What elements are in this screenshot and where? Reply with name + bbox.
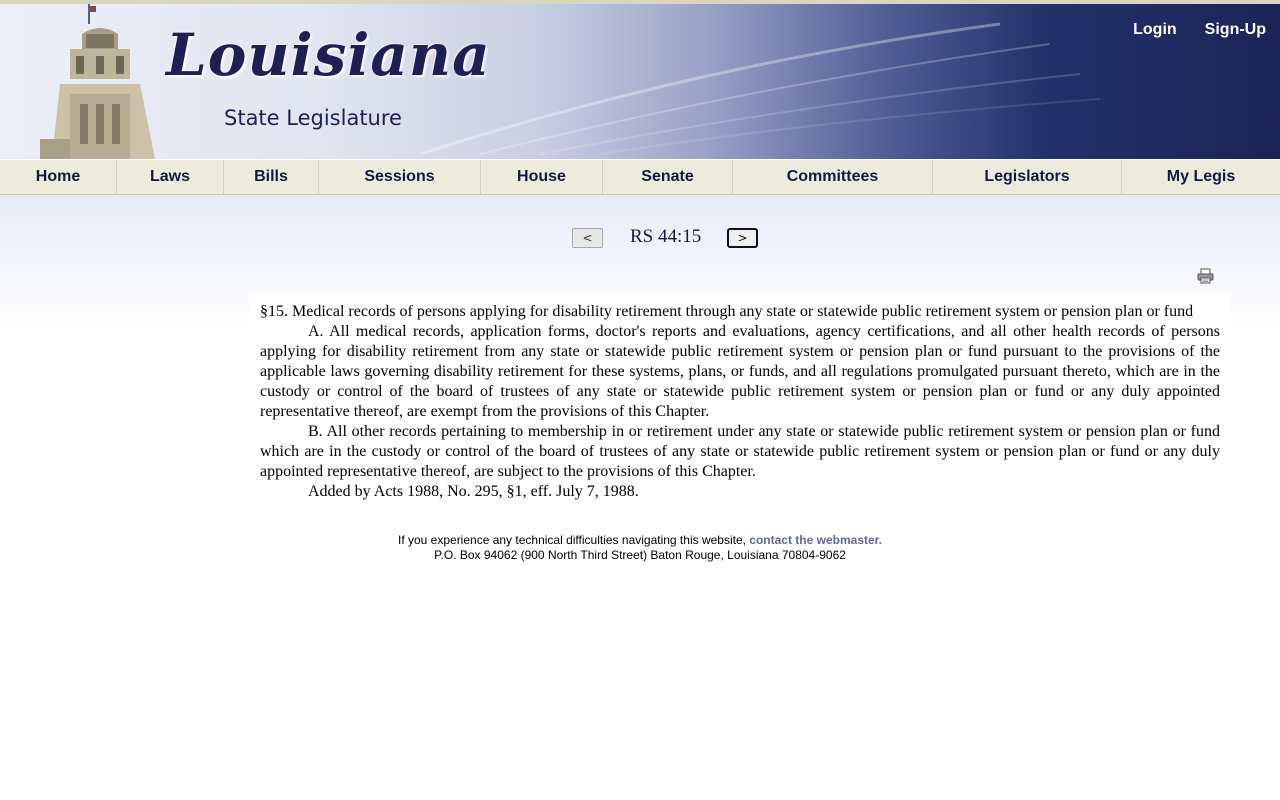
nav-item-bills[interactable]: Bills — [224, 160, 319, 194]
login-link[interactable]: Login — [1133, 21, 1177, 39]
nav-item-house[interactable]: House — [481, 160, 603, 194]
nav-item-legislators[interactable]: Legislators — [933, 160, 1122, 194]
logo-wordmark[interactable]: Louisiana — [166, 26, 491, 84]
history-note: Added by Acts 1988, No. 295, §1, eff. Ju… — [308, 483, 639, 500]
statute-citation: RS 44:15 — [630, 226, 702, 247]
nav-item-home[interactable]: Home — [0, 160, 117, 194]
main-nav: Home Laws Bills Sessions House Senate Co… — [0, 159, 1280, 195]
footer-notice-line: If you experience any technical difficul… — [0, 533, 1280, 548]
footer-notice: If you experience any technical difficul… — [397, 533, 750, 547]
site-banner: Louisiana State Legislature Login Sign-U… — [0, 4, 1280, 159]
nav-item-my-legis[interactable]: My Legis — [1122, 160, 1280, 194]
footer-address: P.O. Box 94062 (900 North Third Street) … — [434, 548, 846, 562]
section-heading: §15. Medical records of persons applying… — [260, 303, 1194, 320]
statute-text: §15. Medical records of persons applying… — [250, 293, 1230, 502]
auth-links: Login Sign-Up — [1133, 21, 1266, 39]
subsection-a: A. All medical records, application form… — [260, 323, 1220, 420]
nav-item-committees[interactable]: Committees — [733, 160, 933, 194]
statute-pager: < RS 44:15 > — [0, 222, 1280, 254]
signup-link[interactable]: Sign-Up — [1205, 21, 1266, 39]
logo-subtitle: State Legislature — [224, 106, 402, 130]
nav-item-sessions[interactable]: Sessions — [319, 160, 481, 194]
nav-item-laws[interactable]: Laws — [117, 160, 224, 194]
nav-item-senate[interactable]: Senate — [603, 160, 733, 194]
capitol-building-image — [40, 4, 155, 159]
contact-webmaster-link[interactable]: contact the webmaster. — [749, 533, 882, 547]
site-footer: If you experience any technical difficul… — [0, 533, 1280, 563]
previous-section-button[interactable]: < — [572, 228, 603, 248]
next-section-button[interactable]: > — [727, 228, 758, 248]
subsection-b: B. All other records pertaining to membe… — [260, 423, 1220, 480]
printer-icon[interactable] — [1197, 268, 1214, 289]
